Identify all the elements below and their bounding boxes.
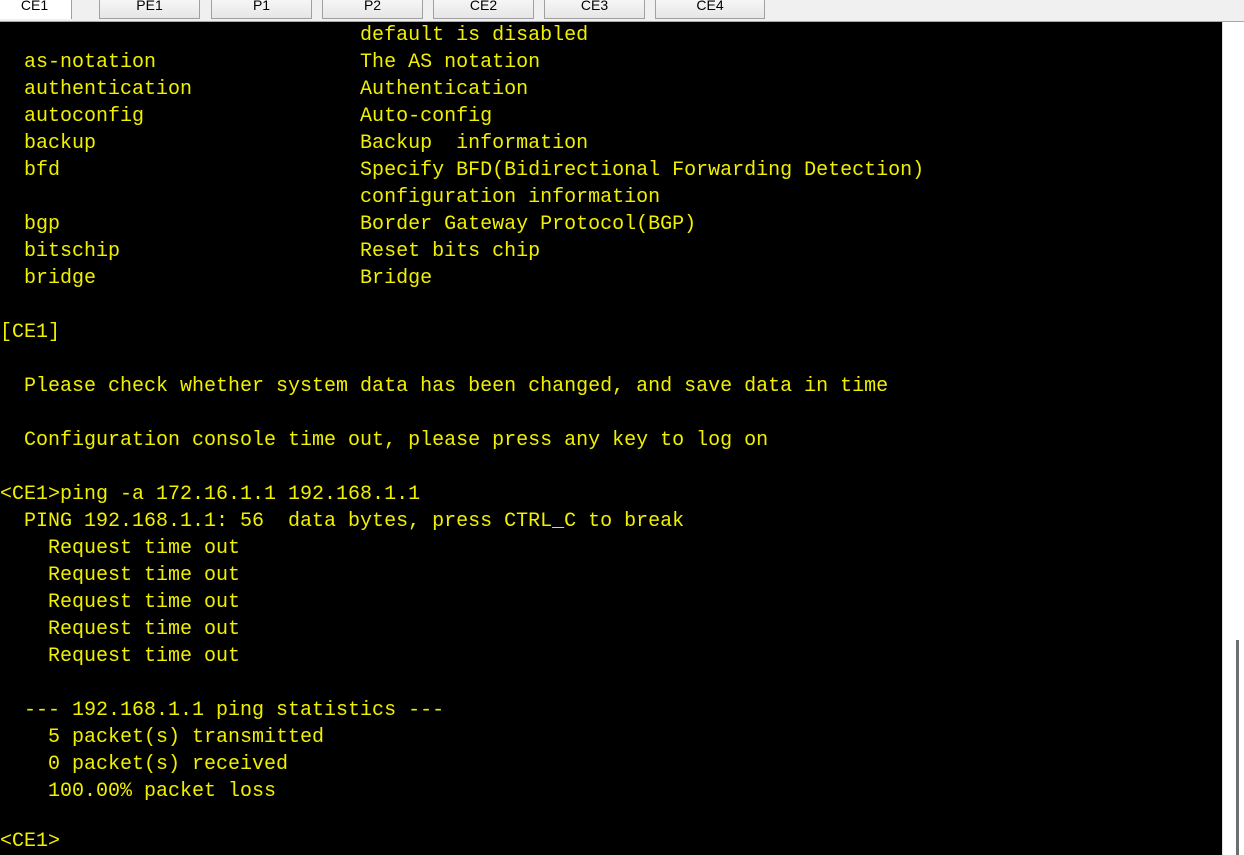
- device-tab-bar: CE1 PE1 P1 P2 CE2 CE3 CE4: [0, 0, 1244, 22]
- terminal-line: Request time out: [0, 564, 241, 587]
- terminal-line: bitschip Reset bits chip: [0, 240, 541, 263]
- tab-ce3[interactable]: CE3: [544, 0, 645, 19]
- terminal-line: default is disabled: [0, 24, 589, 47]
- tab-ce4[interactable]: CE4: [655, 0, 765, 19]
- console-window: CE1 PE1 P1 P2 CE2 CE3 CE4 default is dis…: [0, 0, 1244, 855]
- terminal-output[interactable]: default is disabled as-notation The AS n…: [0, 22, 1222, 855]
- tab-pe1[interactable]: PE1: [99, 0, 200, 19]
- terminal-line: Request time out: [0, 618, 241, 641]
- tab-p1[interactable]: P1: [211, 0, 312, 19]
- terminal-line: 5 packet(s) transmitted: [0, 726, 325, 749]
- terminal-line: <CE1>ping -a 172.16.1.1 192.168.1.1: [0, 483, 421, 506]
- terminal-line: PING 192.168.1.1: 56 data bytes, press C…: [0, 510, 685, 533]
- tab-ce2[interactable]: CE2: [433, 0, 534, 19]
- tab-p2[interactable]: P2: [322, 0, 423, 19]
- terminal-line: Request time out: [0, 537, 241, 560]
- terminal-line: bgp Border Gateway Protocol(BGP): [0, 213, 697, 236]
- terminal-prompt-line[interactable]: <CE1>: [0, 828, 60, 855]
- terminal-line: Please check whether system data has bee…: [0, 375, 889, 398]
- terminal-line: bfd Specify BFD(Bidirectional Forwarding…: [0, 159, 925, 182]
- terminal-line: 0 packet(s) received: [0, 753, 289, 776]
- terminal-line: autoconfig Auto-config: [0, 105, 493, 128]
- terminal-line: --- 192.168.1.1 ping statistics ---: [0, 699, 445, 722]
- scrollbar-thumb[interactable]: [1236, 640, 1239, 855]
- terminal-line: Request time out: [0, 645, 241, 668]
- terminal-line: Configuration console time out, please p…: [0, 429, 769, 452]
- terminal-line: authentication Authentication: [0, 78, 529, 101]
- terminal-line: backup Backup information: [0, 132, 589, 155]
- vertical-scrollbar[interactable]: [1222, 22, 1244, 855]
- terminal-line: [CE1]: [0, 321, 61, 344]
- terminal-line: 100.00% packet loss: [0, 780, 277, 803]
- terminal-line: as-notation The AS notation: [0, 51, 541, 74]
- terminal-line: Request time out: [0, 591, 241, 614]
- tab-ce1[interactable]: CE1: [0, 0, 72, 19]
- terminal-line: configuration information: [0, 186, 661, 209]
- terminal-line: bridge Bridge: [0, 267, 433, 290]
